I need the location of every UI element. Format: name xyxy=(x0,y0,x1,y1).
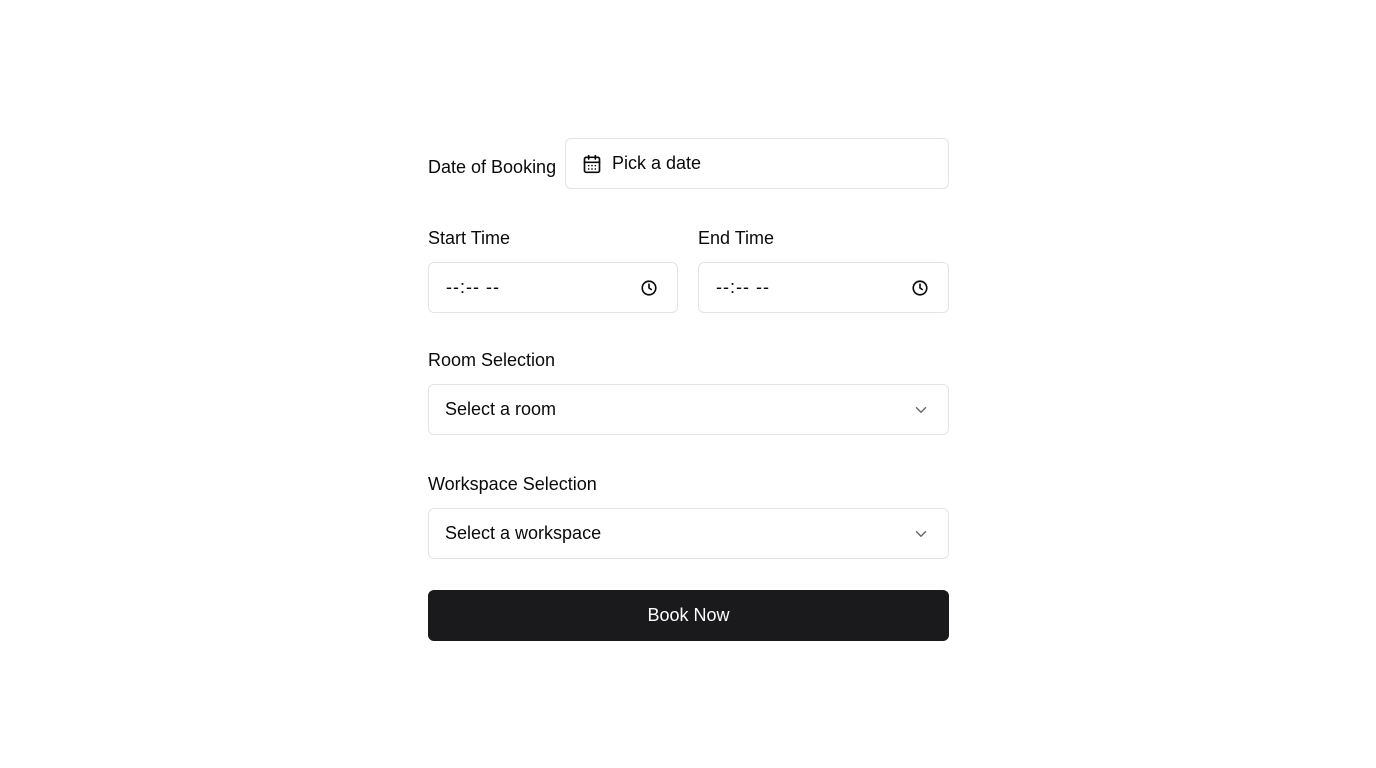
clock-icon[interactable] xyxy=(911,279,929,297)
room-selection-group: Room Selection Select a room xyxy=(428,349,949,435)
time-fields-row: Start Time --:-- -- End Time --:-- -- xyxy=(428,227,949,313)
chevron-down-icon xyxy=(912,525,930,543)
end-time-input[interactable]: --:-- -- xyxy=(698,262,949,313)
end-time-value: --:-- -- xyxy=(716,277,770,297)
workspace-selection-group: Workspace Selection Select a workspace xyxy=(428,473,949,559)
end-time-group: End Time --:-- -- xyxy=(698,227,949,313)
workspace-selection-label: Workspace Selection xyxy=(428,474,597,494)
calendar-icon xyxy=(582,154,602,174)
start-time-value: --:-- -- xyxy=(446,277,500,297)
start-time-input[interactable]: --:-- -- xyxy=(428,262,678,313)
workspace-select[interactable]: Select a workspace xyxy=(428,508,949,559)
end-time-label: End Time xyxy=(698,228,775,248)
start-time-label: Start Time xyxy=(428,228,511,248)
start-time-group: Start Time --:-- -- xyxy=(428,227,678,313)
date-picker-button[interactable]: Pick a date xyxy=(565,138,949,189)
date-label: Date of Booking xyxy=(428,157,557,177)
room-select-value: Select a room xyxy=(445,399,557,419)
room-selection-label: Room Selection xyxy=(428,350,556,370)
date-placeholder: Pick a date xyxy=(612,153,702,173)
workspace-select-value: Select a workspace xyxy=(445,523,602,543)
booking-form: Date of Booking Pick a date Start Time -… xyxy=(428,138,949,641)
clock-icon[interactable] xyxy=(640,279,658,297)
date-field-row: Date of Booking Pick a date xyxy=(428,138,949,189)
chevron-down-icon xyxy=(912,401,930,419)
room-select[interactable]: Select a room xyxy=(428,384,949,435)
book-now-button[interactable]: Book Now xyxy=(428,590,949,641)
